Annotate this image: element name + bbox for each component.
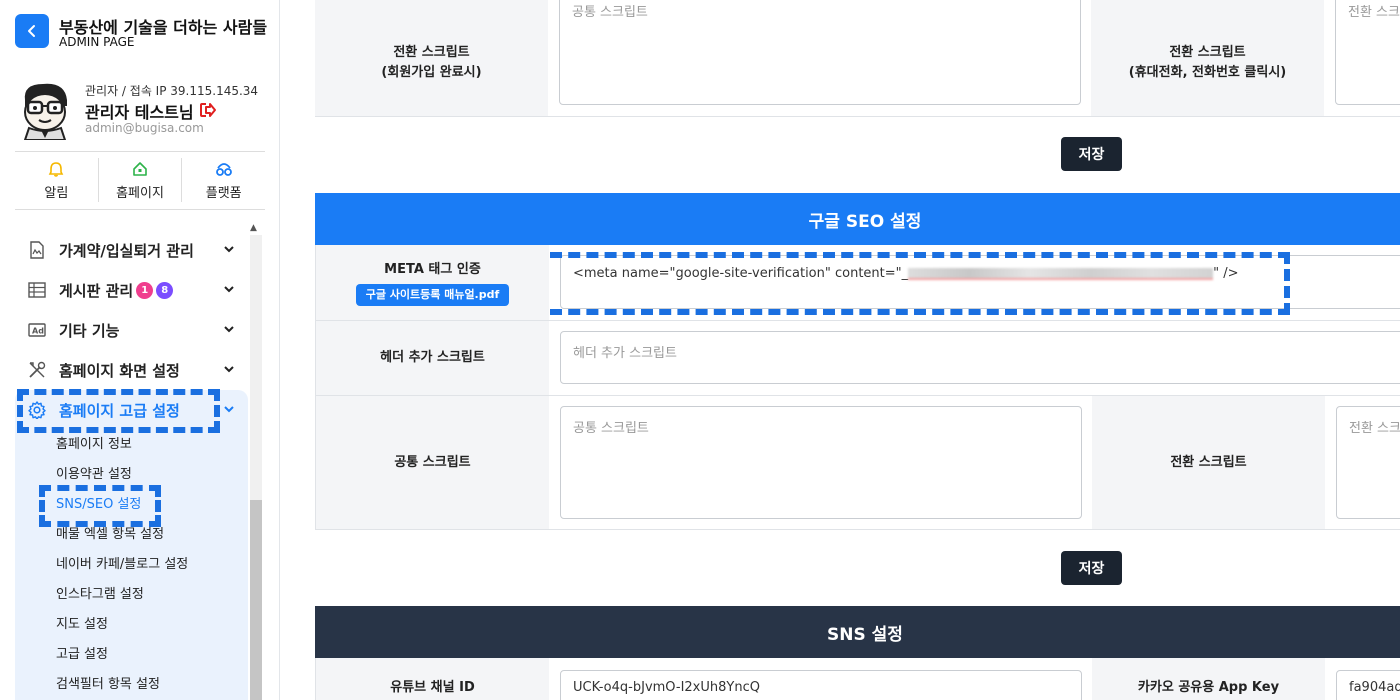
meta-label: META 태그 인증 [384,261,481,277]
divider [15,209,265,210]
common-script-textarea[interactable]: 공통 스크립트 [560,406,1082,519]
label-line: (휴대전화, 전화번호 클릭시) [1128,65,1287,80]
pdf-manual-button[interactable]: 구글 사이트등록 매뉴얼.pdf [355,283,510,306]
quick-link-label: 알림 [44,186,69,201]
script-textarea[interactable]: 전환 스크립트 [1335,0,1400,105]
quick-link-platform[interactable]: 플랫폼 [182,158,265,202]
logout-icon[interactable] [199,102,217,122]
profile-name: 관리자 테스트님 [85,103,194,122]
highlight-box [39,485,161,527]
submenu-item-search-filter[interactable]: 검색필터 항목 설정 [56,673,246,700]
sidebar: 부동산에 기술을 더하는 사람들 ADMIN PAGE 관리자 / 접속 IP … [0,0,280,700]
scroll-up-arrow-icon[interactable]: ▲ [250,223,257,233]
chevron-down-icon [224,406,234,413]
sidebar-item-contract[interactable]: 가계약/입실퇴거 관리 [15,230,248,270]
quick-link-alarm[interactable]: 알림 [15,158,99,202]
sidebar-item-label: 가계약/입실퇴거 관리 [59,241,194,260]
back-button[interactable] [15,14,49,48]
table-row: 유튜브 채널 ID UCK-o4q-bJvmO-I2xUh8YncQ 카카오 공… [315,658,1400,700]
svg-text:Ad: Ad [32,327,44,336]
badge-count: 8 [156,281,174,299]
sidebar-item-etc[interactable]: Ad 기타 기능 [15,310,248,350]
document-icon [27,240,47,260]
save-button[interactable]: 저장 [1061,551,1122,585]
table-row: 전환 스크립트 (회원가입 완료시) 공통 스크립트 전환 스크립트 (휴대전화… [315,0,1400,117]
field-label: 전환 스크립트 (회원가입 완료시) [315,0,548,116]
sidebar-item-label: 기타 기능 [59,321,120,340]
save-button[interactable]: 저장 [1061,137,1122,171]
bell-icon [49,162,64,177]
tools-icon [27,360,47,380]
chevron-left-icon [28,25,35,37]
sidebar-item-label: 게시판 관리 [59,281,134,300]
highlight-box [550,252,1290,315]
field-label: 카카오 공유용 App Key [1092,658,1325,700]
submenu-item-instagram[interactable]: 인스타그램 설정 [56,583,246,613]
brand-subtitle: ADMIN PAGE [59,35,135,49]
sidebar-menu: 가계약/입실퇴거 관리 게시판 관리 1 8 Ad 기타 기능 홈페이지 화면 … [15,230,248,390]
platform-icon [215,163,232,176]
home-icon [133,162,147,176]
header-script-textarea[interactable]: 헤더 추가 스크립트 [560,331,1400,384]
quick-link-homepage[interactable]: 홈페이지 [99,158,183,202]
label-line: (회원가입 완료시) [381,65,482,80]
chevron-down-icon [224,366,234,373]
field-label: META 태그 인증 구글 사이트등록 매뉴얼.pdf [316,245,549,320]
profile-meta: 관리자 / 접속 IP 39.115.145.34 [85,84,259,98]
field-label: 공통 스크립트 [316,396,549,529]
field-label: 유튜브 채널 ID [316,658,549,700]
divider [15,151,265,152]
label-line: 전환 스크립트 [1169,45,1246,60]
highlight-box [17,389,220,433]
field-label: 헤더 추가 스크립트 [316,321,549,395]
label-line: 전환 스크립트 [393,45,470,60]
sidebar-item-label: 홈페이지 화면 설정 [59,361,180,380]
app-root: 부동산에 기술을 더하는 사람들 ADMIN PAGE 관리자 / 접속 IP … [0,0,1400,700]
quick-links: 알림 홈페이지 플랫폼 [15,158,265,202]
brand: 부동산에 기술을 더하는 사람들 ADMIN PAGE [15,14,267,54]
main-content: 전환 스크립트 (회원가입 완료시) 공통 스크립트 전환 스크립트 (휴대전화… [281,0,1400,700]
badge-count: 1 [136,281,154,299]
field-label: 전환 스크립트 [1092,396,1325,529]
profile-email: admin@bugisa.com [85,121,204,135]
submenu: 홈페이지 정보 이용약관 설정 SNS/SEO 설정 매물 엑셀 항목 설정 네… [56,433,246,700]
sidebar-item-board[interactable]: 게시판 관리 1 8 [15,270,248,310]
scrollbar-thumb[interactable] [250,500,262,700]
profile: 관리자 / 접속 IP 39.115.145.34 관리자 테스트님 admin… [15,78,265,148]
script-textarea[interactable]: 공통 스크립트 [559,0,1081,105]
submenu-item-advanced[interactable]: 고급 설정 [56,643,246,673]
conversion-script-textarea[interactable]: 전환 스크립트 [1336,406,1400,519]
submenu-item-naver[interactable]: 네이버 카페/블로그 설정 [56,553,246,583]
youtube-channel-input[interactable]: UCK-o4q-bJvmO-I2xUh8YncQ [560,670,1082,700]
quick-link-label: 플랫폼 [205,186,242,201]
submenu-item-homepage-info[interactable]: 홈페이지 정보 [56,433,246,463]
chevron-down-icon [224,326,234,333]
chevron-down-icon [224,246,234,253]
submenu-item-map[interactable]: 지도 설정 [56,613,246,643]
kakao-app-key-input[interactable]: fa904ad0 [1336,670,1400,700]
table-row: 헤더 추가 스크립트 헤더 추가 스크립트 [315,321,1400,396]
chevron-down-icon [224,286,234,293]
table-row: 공통 스크립트 공통 스크립트 전환 스크립트 전환 스크립트 [315,396,1400,530]
section-header-sns: SNS 설정 [315,606,1400,658]
avatar [15,78,75,141]
sidebar-item-screen-settings[interactable]: 홈페이지 화면 설정 [15,350,248,390]
section-header-seo: 구글 SEO 설정 [315,193,1400,245]
ad-icon: Ad [27,320,47,340]
board-icon [27,280,47,300]
quick-link-label: 홈페이지 [116,186,164,201]
field-label: 전환 스크립트 (휴대전화, 전화번호 클릭시) [1091,0,1324,116]
submenu-item-excel[interactable]: 매물 엑셀 항목 설정 [56,523,246,553]
